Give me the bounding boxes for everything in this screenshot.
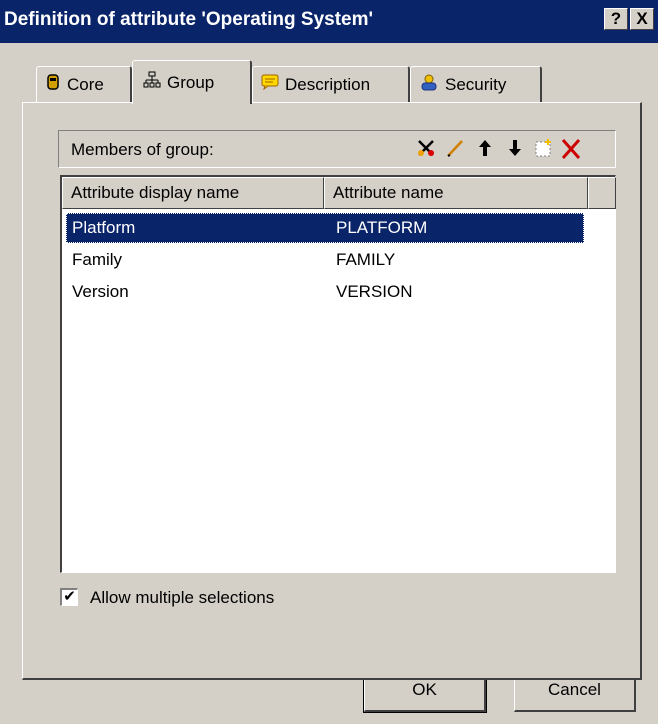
- tab-group-label: Group: [167, 72, 215, 92]
- column-header-display-name[interactable]: Attribute display name: [62, 177, 324, 209]
- tab-security-label: Security: [445, 74, 507, 94]
- close-button[interactable]: X: [630, 8, 654, 30]
- cell-attribute-name: FAMILY: [336, 250, 396, 269]
- security-icon: [419, 73, 439, 96]
- members-label: Members of group:: [71, 140, 214, 159]
- list-row-version[interactable]: Version VERSION: [66, 277, 584, 307]
- members-list[interactable]: Attribute display name Attribute name Pl…: [60, 175, 616, 573]
- help-button[interactable]: ?: [604, 8, 628, 30]
- cell-display-name: Version: [72, 282, 129, 301]
- allow-multiple-checkbox[interactable]: ✔: [60, 588, 78, 606]
- new-icon[interactable]: [531, 137, 555, 161]
- description-icon: [261, 74, 279, 95]
- tab-description-label: Description: [285, 74, 371, 94]
- column-header-filler: [588, 177, 616, 209]
- dialog-window: Definition of attribute 'Operating Syste…: [0, 0, 658, 724]
- tab-description[interactable]: Description: [252, 66, 410, 102]
- core-icon: [45, 73, 61, 96]
- cut-icon[interactable]: [415, 137, 439, 161]
- cell-attribute-name: VERSION: [336, 282, 413, 301]
- tab-core[interactable]: Core: [36, 66, 132, 102]
- list-row-platform[interactable]: Platform PLATFORM: [66, 213, 584, 243]
- cell-display-name: Family: [72, 250, 123, 269]
- cell-display-name: Platform: [72, 218, 136, 237]
- group-icon: [143, 71, 161, 94]
- cell-attribute-name: PLATFORM: [336, 218, 428, 237]
- window-title: Definition of attribute 'Operating Syste…: [4, 9, 374, 30]
- members-toolbar: Members of group:: [58, 130, 616, 168]
- list-row-family[interactable]: Family FAMILY: [66, 245, 584, 275]
- delete-icon[interactable]: [559, 137, 583, 161]
- title-bar[interactable]: Definition of attribute 'Operating Syste…: [0, 0, 658, 43]
- tab-security[interactable]: Security: [410, 66, 542, 102]
- up-arrow-icon[interactable]: [473, 137, 497, 161]
- allow-multiple-label[interactable]: Allow multiple selections: [90, 588, 274, 608]
- down-arrow-icon[interactable]: [503, 137, 527, 161]
- tab-core-label: Core: [67, 74, 104, 94]
- edit-icon[interactable]: [443, 137, 467, 161]
- tab-group[interactable]: Group: [132, 60, 252, 104]
- column-header-attribute-name[interactable]: Attribute name: [324, 177, 588, 209]
